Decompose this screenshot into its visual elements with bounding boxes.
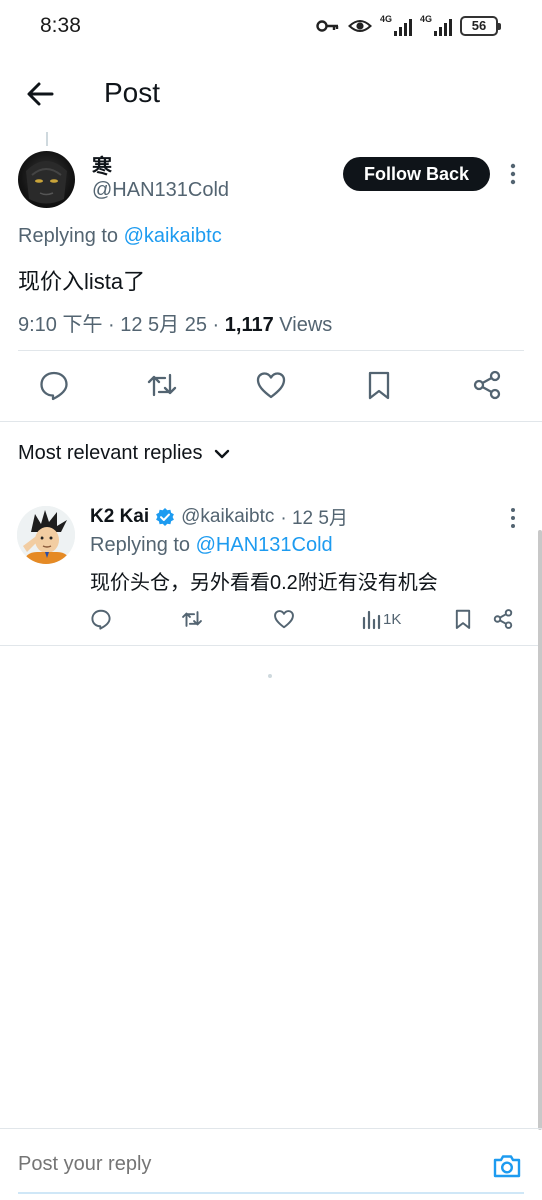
mention-link[interactable]: @kaikaibtc [124, 225, 222, 247]
post-meta: 9:10 下午 · 12 5月 25 · 1,117 Views [18, 308, 332, 337]
verified-badge-icon [155, 507, 175, 527]
views-icon[interactable] [361, 608, 383, 630]
post-text: 现价入lista了 [18, 269, 146, 294]
camera-icon[interactable] [492, 1151, 522, 1181]
signal-icon: 4G [380, 14, 412, 36]
retweet-icon[interactable] [146, 369, 178, 401]
reply-author-handle[interactable]: @kaikaibtc [181, 506, 274, 528]
reply-action-bar: 1K [0, 604, 542, 636]
views-count[interactable]: 1,117 [225, 314, 274, 336]
reply-text: 现价头仓，另外看看0.2附近有没有机会 [90, 572, 438, 594]
like-icon[interactable] [255, 369, 287, 401]
key-icon [316, 16, 340, 36]
status-bar: 8:38 4G 4G 56 [0, 0, 542, 52]
author-handle[interactable]: @HAN131Cold [92, 179, 229, 202]
mention-link[interactable]: @HAN131Cold [196, 534, 333, 556]
thread-line [46, 132, 48, 146]
scrollbar[interactable] [538, 530, 542, 1130]
reply-composer [0, 1128, 542, 1200]
signal-icon: 4G [420, 14, 452, 36]
header: Post [0, 52, 542, 132]
replying-to-prefix: Replying to [18, 225, 124, 247]
reply-author-name[interactable]: K2 Kai [90, 506, 149, 528]
more-options-icon[interactable] [503, 160, 523, 188]
share-icon[interactable] [471, 369, 503, 401]
share-icon[interactable] [492, 608, 514, 630]
avatar[interactable] [17, 506, 75, 564]
reply-time: · 12 5月 [280, 508, 348, 529]
sort-label: Most relevant replies [18, 442, 203, 464]
reply-views-count: 1K [383, 611, 402, 628]
status-time: 8:38 [40, 14, 81, 37]
reply-icon[interactable] [38, 369, 70, 401]
bookmark-icon[interactable] [363, 369, 395, 401]
battery-icon: 56 [460, 16, 501, 36]
more-options-icon[interactable] [503, 505, 523, 531]
divider [18, 350, 524, 351]
eye-icon [348, 16, 372, 36]
avatar[interactable] [18, 151, 75, 208]
sort-replies-dropdown[interactable]: Most relevant replies [18, 442, 231, 465]
divider [0, 645, 542, 646]
replying-to: Replying to @kaikaibtc [18, 225, 222, 248]
reply-replying-to: Replying to @HAN131Cold [90, 534, 333, 557]
like-icon[interactable] [273, 608, 295, 630]
page-title: Post [104, 77, 161, 108]
arrow-left-icon[interactable] [22, 76, 58, 112]
views-label: Views [273, 314, 333, 336]
replying-to-prefix: Replying to [90, 534, 196, 556]
loading-indicator [268, 674, 272, 678]
author-name[interactable]: 寒 [92, 150, 112, 179]
bookmark-icon[interactable] [452, 608, 474, 630]
retweet-icon[interactable] [181, 608, 203, 630]
reply-input[interactable] [18, 1153, 283, 1176]
post-action-bar [0, 355, 542, 419]
chevron-down-icon [213, 445, 231, 463]
composer-underline [18, 1192, 524, 1194]
divider [0, 421, 542, 422]
post-timestamp: 9:10 下午 · 12 5月 25 · [18, 314, 225, 336]
follow-back-button[interactable]: Follow Back [343, 157, 490, 191]
status-icons: 4G 4G 56 [316, 14, 501, 38]
reply-header: K2 Kai @kaikaibtc · 12 5月 [90, 503, 348, 530]
reply-icon[interactable] [90, 608, 112, 630]
